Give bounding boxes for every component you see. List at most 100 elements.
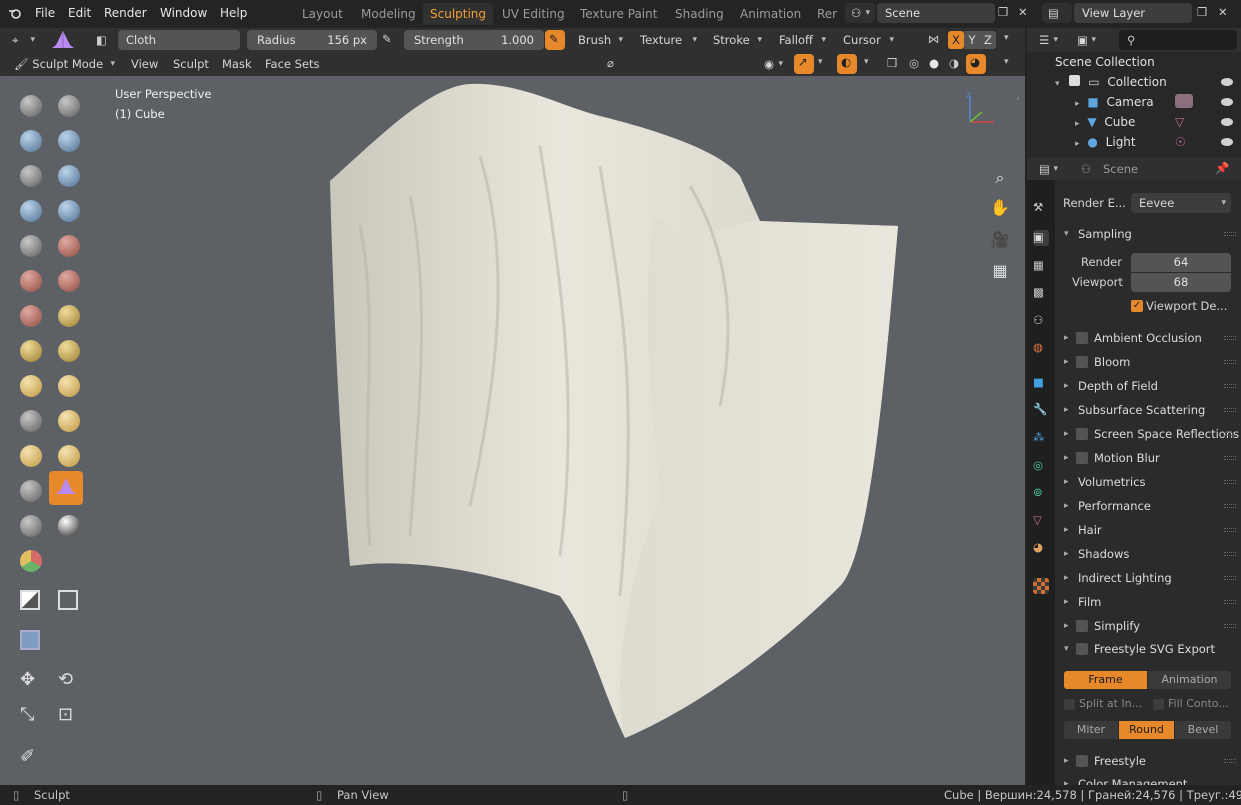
- pin-icon[interactable]: 📌: [1215, 161, 1229, 175]
- eye-icon[interactable]: [1221, 118, 1233, 126]
- chevron-down-icon[interactable]: ▾: [818, 57, 823, 67]
- world-tab-icon[interactable]: ◍: [1033, 340, 1049, 356]
- color-management-panel-header[interactable]: ▸ Color Management: [1058, 772, 1240, 785]
- miter-join-button[interactable]: Miter: [1064, 721, 1118, 739]
- sidebar-toggle-icon[interactable]: ‹: [1016, 94, 1020, 104]
- drag-handle-icon[interactable]: [1224, 360, 1236, 364]
- thumb-tool[interactable]: [11, 401, 45, 435]
- split-at-invisible-checkbox[interactable]: [1064, 699, 1075, 710]
- panel-header-screen-space-reflections[interactable]: ▸ Screen Space Reflections: [1058, 422, 1240, 446]
- tab-modeling[interactable]: Modeling: [354, 3, 423, 25]
- outliner-search-input[interactable]: ⚲: [1119, 30, 1237, 50]
- inflate-tool[interactable]: [11, 191, 45, 225]
- scene-tab-icon[interactable]: ⚇: [1033, 313, 1049, 329]
- scene-name-field[interactable]: Scene: [877, 3, 995, 23]
- round-join-button[interactable]: Round: [1119, 721, 1174, 739]
- fill-contours-checkbox[interactable]: [1153, 699, 1164, 710]
- constraints-tab-icon[interactable]: ⊚: [1033, 485, 1049, 501]
- eye-icon[interactable]: [1221, 98, 1233, 106]
- render-samples-field[interactable]: 64: [1131, 253, 1231, 272]
- crease-tool[interactable]: [11, 226, 45, 260]
- panel-header-ambient-occlusion[interactable]: ▸ Ambient Occlusion: [1058, 326, 1240, 350]
- smooth-tool[interactable]: [49, 226, 83, 260]
- checkbox-icon[interactable]: [1076, 620, 1088, 632]
- outliner-row-cube[interactable]: ▸ ▼ Cube ▽: [1075, 112, 1241, 132]
- tab-rendering[interactable]: Rer: [810, 3, 844, 25]
- outliner-row-collection[interactable]: ▾ ▭ Collection: [1055, 72, 1241, 92]
- render-tab-icon[interactable]: ▣: [1033, 230, 1049, 246]
- navigation-gizmo[interactable]: z: [960, 90, 1000, 130]
- object-tab-icon[interactable]: ■: [1033, 375, 1049, 391]
- texture-menu[interactable]: Texture ▾: [634, 30, 702, 50]
- drag-handle-icon[interactable]: [1224, 232, 1236, 236]
- mirror-y-toggle[interactable]: Y: [964, 31, 980, 49]
- scene-collection-label[interactable]: Scene Collection: [1055, 52, 1155, 72]
- mesh-filter-tool[interactable]: [11, 621, 45, 655]
- drag-handle-icon[interactable]: [1224, 480, 1236, 484]
- wireframe-shading-icon[interactable]: ◎: [909, 56, 919, 70]
- strength-slider[interactable]: Strength 1.000: [404, 30, 544, 50]
- drag-handle-icon[interactable]: [1224, 624, 1236, 628]
- scrape-tool[interactable]: [11, 296, 45, 330]
- grab-tool[interactable]: [49, 331, 83, 365]
- checkbox-icon[interactable]: [1069, 75, 1081, 86]
- flatten-tool[interactable]: [11, 261, 45, 295]
- viewport-denoise-checkbox[interactable]: ✓: [1131, 300, 1143, 312]
- drag-handle-icon[interactable]: [1224, 552, 1236, 556]
- xray-icon[interactable]: ❒: [887, 56, 897, 70]
- scene-browse-button[interactable]: ⚇ ▾: [845, 3, 875, 23]
- panel-header-shadows[interactable]: ▸ Shadows: [1058, 542, 1240, 566]
- box-hide-tool[interactable]: [49, 581, 83, 615]
- slide-relax-tool[interactable]: [11, 471, 45, 505]
- outliner-row-light[interactable]: ▸ ● Light ☉: [1075, 132, 1241, 152]
- checkbox-icon[interactable]: [1076, 332, 1088, 344]
- drag-handle-icon[interactable]: [1224, 504, 1236, 508]
- outliner-row-camera[interactable]: ▸ ■ Camera: [1075, 92, 1241, 112]
- mirror-z-toggle[interactable]: Z: [980, 31, 996, 49]
- transform-tool[interactable]: ⊡: [49, 698, 83, 732]
- draw-face-sets-tool[interactable]: [11, 541, 45, 575]
- solid-shading-icon[interactable]: ●: [929, 56, 939, 70]
- rotate-transform-tool[interactable]: ⟲: [49, 663, 83, 697]
- editor-type-button[interactable]: ⌖ ▾: [6, 30, 40, 50]
- pose-tool[interactable]: [49, 401, 83, 435]
- 3d-viewport[interactable]: User Perspective (1) Cube ✥ ⟲ ⤡ ⊡ ✐ z ⌕ …: [0, 76, 1025, 785]
- simplify-tool[interactable]: [11, 506, 45, 540]
- panel-header-performance[interactable]: ▸ Performance: [1058, 494, 1240, 518]
- menu-file[interactable]: File: [35, 6, 55, 20]
- chevron-down-icon[interactable]: ▾: [864, 57, 869, 67]
- falloff-menu[interactable]: Falloff ▾: [773, 30, 831, 50]
- nudge-tool[interactable]: [11, 436, 45, 470]
- cursor-menu[interactable]: Cursor ▾: [837, 30, 899, 50]
- panel-header-volumetrics[interactable]: ▸ Volumetrics: [1058, 470, 1240, 494]
- tab-shading[interactable]: Shading: [668, 3, 731, 25]
- viewport-samples-field[interactable]: 68: [1131, 273, 1231, 292]
- sampling-panel-header[interactable]: ▾ Sampling: [1058, 222, 1240, 246]
- pressure-icon[interactable]: ✎: [382, 32, 392, 46]
- close-icon[interactable]: ✕: [1218, 5, 1228, 19]
- view-layer-tab-icon[interactable]: ▩: [1033, 285, 1049, 301]
- overlay-toggle[interactable]: ◐: [837, 54, 857, 74]
- render-engine-dropdown[interactable]: Eevee ▾: [1131, 193, 1231, 213]
- physics-tab-icon[interactable]: ◎: [1033, 458, 1049, 474]
- bevel-join-button[interactable]: Bevel: [1175, 721, 1231, 739]
- scale-tool[interactable]: ⤡: [11, 698, 45, 732]
- sculpt-menu[interactable]: Sculpt: [173, 57, 209, 71]
- gizmo-toggle[interactable]: ↗: [794, 54, 814, 74]
- copy-scene-icon[interactable]: ❐: [998, 5, 1008, 19]
- tab-texture-paint[interactable]: Texture Paint: [573, 3, 664, 25]
- pinch-tool[interactable]: [11, 331, 45, 365]
- checkbox-icon[interactable]: [1076, 452, 1088, 464]
- checkbox-icon[interactable]: [1076, 356, 1088, 368]
- multiplane-scrape-tool[interactable]: [49, 296, 83, 330]
- mirror-x-toggle[interactable]: X: [948, 31, 964, 49]
- particles-tab-icon[interactable]: ⁂: [1033, 430, 1049, 446]
- panel-header-hair[interactable]: ▸ Hair: [1058, 518, 1240, 542]
- cloth-tool[interactable]: [49, 471, 83, 505]
- drag-handle-icon[interactable]: [1224, 408, 1236, 412]
- draw-sharp-tool[interactable]: [49, 86, 83, 120]
- grid-ortho-icon[interactable]: ▦: [986, 257, 1014, 285]
- tab-sculpting[interactable]: Sculpting: [423, 3, 494, 25]
- brush-menu[interactable]: Brush ▾: [572, 30, 628, 50]
- panel-header-motion-blur[interactable]: ▸ Motion Blur: [1058, 446, 1240, 470]
